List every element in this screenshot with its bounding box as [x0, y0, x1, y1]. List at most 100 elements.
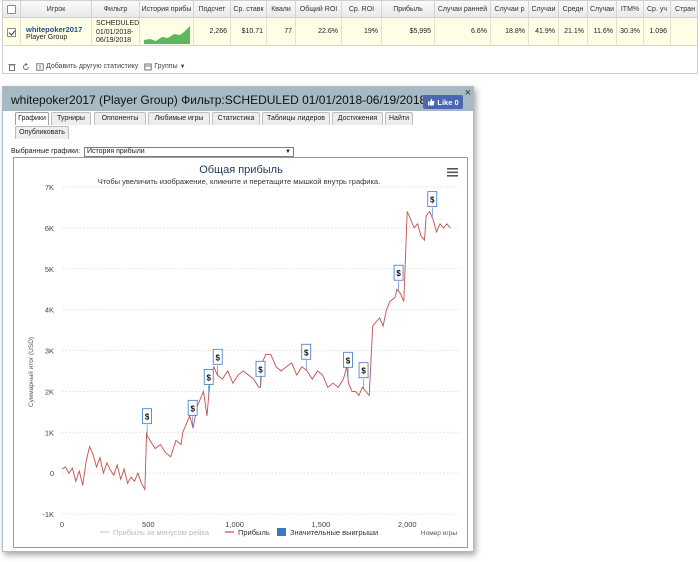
add-stats-label: Добавить другую статистику [46, 63, 139, 70]
big-win-label: $ [258, 365, 263, 374]
like-label: Like 0 [437, 97, 459, 107]
chart-title: Общая прибыль [199, 164, 283, 176]
chevron-down-icon: ▼ [179, 63, 186, 70]
col-header-avg[interactable]: Средн [559, 1, 588, 18]
col-header-profit-history[interactable]: История прибы [140, 1, 194, 18]
big-win-label: $ [346, 356, 351, 365]
select-all-checkbox[interactable] [7, 5, 16, 14]
chart-subtitle: Чтобы увеличить изображение, кликните и … [98, 177, 380, 186]
graph-select-value: История прибыли [87, 148, 145, 155]
avg-part-cell: 1.096 [644, 18, 671, 46]
big-win-marker: $ [301, 343, 312, 371]
x-tick-label: 0 [60, 520, 64, 529]
col-header-cases[interactable]: Случаи [529, 1, 559, 18]
stats-grid: Игрок Фильтр История прибы Подсчет Ср. с… [2, 0, 698, 74]
player-group-label: Player Group [26, 34, 68, 41]
tab-find[interactable]: Найти [385, 112, 413, 125]
y-tick-label: 4K [45, 306, 54, 315]
chart-legend: Прибыль за минусом рейка Прибыль Значите… [100, 528, 378, 537]
filter-line-1: SCHEDULED [96, 20, 140, 27]
y-tick-label: 7K [45, 183, 54, 192]
y-tick-label: 5K [45, 265, 54, 274]
avg-roi-cell: 19% [342, 18, 382, 46]
grid-header: Игрок Фильтр История прибы Подсчет Ср. с… [3, 1, 697, 18]
tab-leaderboards[interactable]: Таблицы лидеров [262, 112, 330, 125]
close-icon[interactable]: × [465, 88, 471, 99]
tab-statistics[interactable]: Статистика [212, 112, 260, 125]
total-roi-cell: 22.6% [296, 18, 342, 46]
legend-big-wins[interactable]: Значительные выигрыши [290, 528, 378, 537]
tab-graphs[interactable]: Графики [15, 112, 49, 125]
big-win-label: $ [396, 269, 401, 278]
filter-line-3: 06/19/2018 [96, 37, 132, 44]
col-header-avg-roi[interactable]: Ср. ROI [342, 1, 382, 18]
col-header-count[interactable]: Подсчет [194, 1, 231, 18]
col-header-early-cases[interactable]: Случаи ранней [435, 1, 491, 18]
col-header-filter[interactable]: Фильтр [92, 1, 140, 18]
big-win-label: $ [215, 353, 220, 362]
facebook-like-button[interactable]: Like 0 [423, 95, 463, 109]
big-win-marker: $ [393, 264, 404, 292]
tab-achievements[interactable]: Достижения [332, 112, 383, 125]
y-tick-label: 2K [45, 387, 54, 396]
y-tick-label: -1K [42, 510, 54, 519]
refresh-icon[interactable] [22, 62, 30, 71]
chart-menu-icon[interactable] [447, 168, 458, 177]
y-axis-label: Суммарный итог (USD) [27, 337, 35, 407]
big-win-marker: $ [427, 191, 438, 218]
col-header-avg-part[interactable]: Ср. уч [644, 1, 671, 18]
profit-chart-svg[interactable]: -1K01K2K3K4K5K6K7K0 500 1,000 1,500 2,000 $$… [14, 158, 468, 548]
graph-select[interactable]: История прибыли ▼ [84, 147, 294, 157]
filter-line-2: 01/01/2018- [96, 28, 134, 36]
col-header-total-roi[interactable]: Общий ROI [296, 1, 342, 18]
add-column-icon [36, 62, 44, 71]
filter-text: SCHEDULED 01/01/2018- 06/19/2018 [96, 20, 139, 46]
col-header-country[interactable]: Стран [671, 1, 699, 18]
row-select-cell[interactable] [3, 18, 21, 46]
select-all-header[interactable] [3, 1, 21, 18]
big-win-label: $ [190, 404, 195, 413]
player-dialog: whitepoker2017 (Player Group) Фильтр:SCH… [2, 86, 474, 552]
col-header-qual[interactable]: Квали [267, 1, 296, 18]
grid-toolbar: Добавить другую статистику Группы ▼ [3, 59, 697, 74]
legend-swatch-big-wins [277, 528, 286, 536]
trash-icon[interactable] [8, 63, 16, 71]
thumbs-up-icon [428, 98, 435, 106]
big-win-label: $ [361, 367, 366, 376]
groups-dropdown[interactable]: Группы ▼ [144, 63, 186, 71]
profit-cell: $5,995 [382, 18, 435, 46]
big-win-marker: $ [212, 348, 223, 376]
col-header-player[interactable]: Игрок [21, 1, 92, 18]
tab-tournaments[interactable]: Турниры [51, 112, 91, 125]
big-win-label: $ [430, 196, 435, 205]
big-win-marker: $ [255, 360, 266, 388]
big-win-marker: $ [142, 408, 152, 435]
tab-opponents[interactable]: Оппоненты [94, 112, 146, 125]
avg-cell: 21.1% [559, 18, 588, 46]
row-checkbox[interactable] [7, 28, 16, 37]
player-name-link[interactable]: whitepoker2017 [26, 25, 82, 34]
add-stats-button[interactable]: Добавить другую статистику [36, 62, 139, 71]
profit-chart[interactable]: -1K 0 1K 2K 3K 4K 5K 6K 7K 0 500 1,000 1,500 2,000 $ $… [13, 157, 468, 548]
country-cell [671, 18, 699, 46]
col-header-itm[interactable]: ITM% [617, 1, 644, 18]
cases-r-cell: 18.8% [491, 18, 529, 46]
legend-net-profit[interactable]: Прибыль за минусом рейка [113, 528, 210, 537]
x-tick-label: 2,000 [398, 520, 417, 529]
dialog-title-bar[interactable]: whitepoker2017 (Player Group) Фильтр:SCH… [3, 87, 473, 111]
profit-history-cell [140, 18, 194, 46]
big-win-label: $ [145, 413, 150, 422]
selected-graph-label: Выбранные графики: [11, 148, 81, 155]
early-cases-cell: 6.6% [435, 18, 491, 46]
col-header-cases-r[interactable]: Случаи р [491, 1, 529, 18]
col-header-cases2[interactable]: Случаи [588, 1, 617, 18]
tab-favorite-games[interactable]: Любимые игры [148, 112, 210, 125]
y-tick-label: 6K [45, 224, 54, 233]
col-header-avg-stake[interactable]: Ср. ставк [231, 1, 267, 18]
big-win-label: $ [304, 348, 309, 357]
tab-publish[interactable]: Опубликовать [15, 126, 69, 139]
big-win-label: $ [206, 373, 211, 382]
col-header-profit[interactable]: Прибыль [382, 1, 435, 18]
profit-history-sparkline [144, 26, 190, 44]
legend-profit[interactable]: Прибыль [238, 528, 270, 537]
